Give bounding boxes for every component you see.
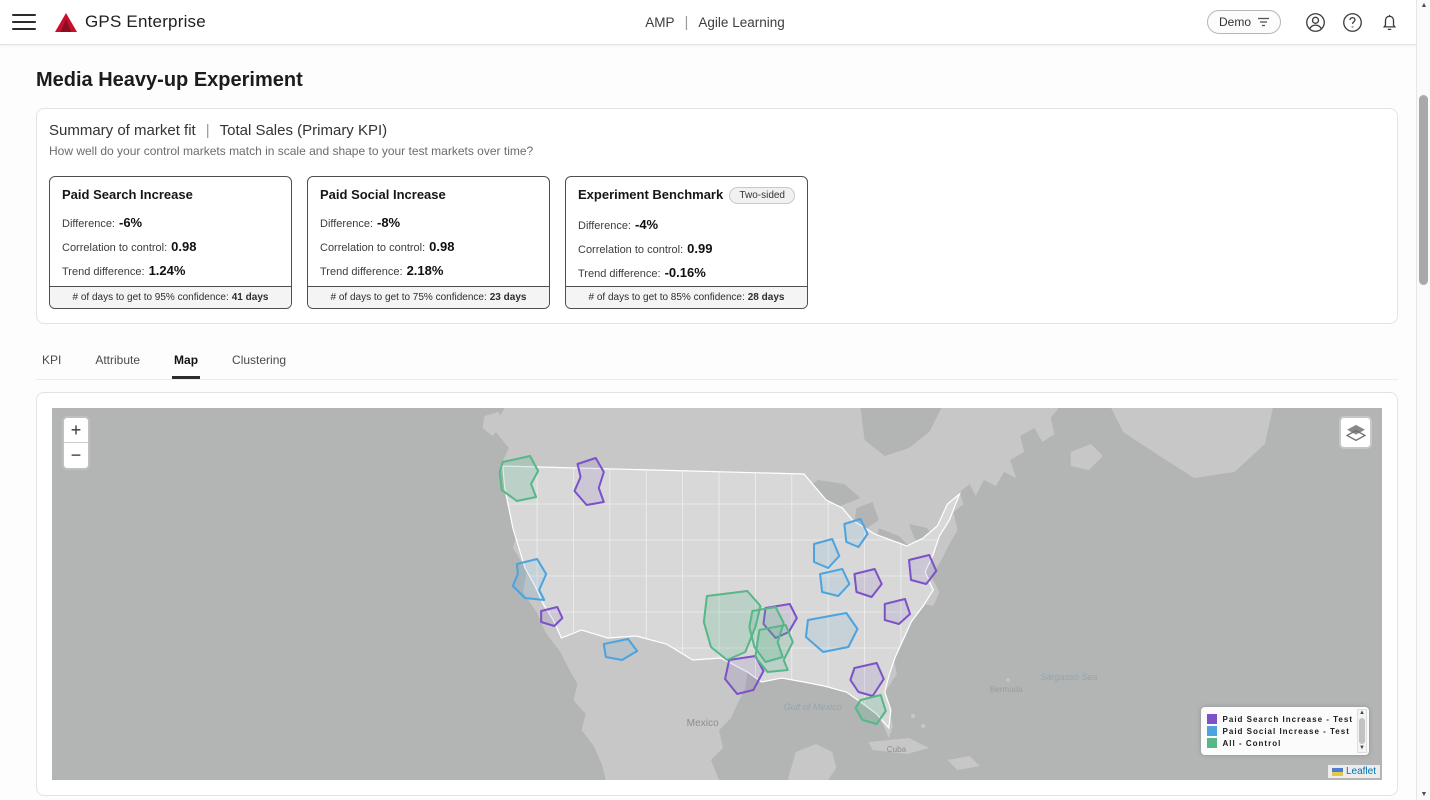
trend-difference-row: Trend difference:-0.16% bbox=[578, 265, 795, 280]
bahamas-islet bbox=[921, 724, 925, 728]
leaflet-map[interactable]: Mexico Gulf of Mexico Cuba Bermuda Sarga… bbox=[52, 408, 1382, 780]
confidence-footer: # of days to get to 75% confidence:23 da… bbox=[308, 286, 549, 308]
metric-card-title: Paid Search Increase bbox=[62, 187, 279, 202]
gulf-of-mexico-label: Gulf of Mexico bbox=[784, 702, 842, 712]
bermuda-islet bbox=[1006, 678, 1010, 682]
summary-kpi-title: Total Sales (Primary KPI) bbox=[220, 122, 388, 139]
correlation-row: Correlation to control:0.98 bbox=[62, 239, 279, 254]
tab-attribute[interactable]: Attribute bbox=[93, 344, 142, 379]
tab-clustering[interactable]: Clustering bbox=[230, 344, 288, 379]
top-app-bar: GPS Enterprise AMP | Agile Learning Demo bbox=[0, 0, 1430, 45]
legend-scroll-thumb[interactable] bbox=[1359, 718, 1365, 744]
basemap-svg: Mexico Gulf of Mexico Cuba Bermuda Sarga… bbox=[52, 408, 1382, 780]
difference-row: Difference:-8% bbox=[320, 215, 537, 230]
sargasso-sea-label: Sargasso Sea bbox=[1040, 672, 1097, 682]
account-button[interactable] bbox=[1304, 11, 1326, 33]
newfoundland-island bbox=[1071, 444, 1103, 470]
correlation-row: Correlation to control:0.99 bbox=[578, 241, 795, 256]
cuba-label: Cuba bbox=[887, 745, 907, 754]
leaflet-flag-icon bbox=[1332, 768, 1343, 776]
legend-row: Paid Search Increase - Test bbox=[1207, 714, 1353, 724]
nav-amp-link[interactable]: AMP bbox=[645, 15, 674, 30]
paid-social-increase-card: Paid Social Increase Difference:-8% Corr… bbox=[307, 176, 550, 309]
legend-swatch-paid-social bbox=[1207, 726, 1217, 736]
tab-kpi[interactable]: KPI bbox=[40, 344, 63, 379]
bell-icon bbox=[1379, 12, 1400, 33]
metric-card-title: Paid Social Increase bbox=[320, 187, 537, 202]
metric-cards-row: Paid Search Increase Difference:-6% Corr… bbox=[49, 176, 1385, 309]
legend-row: All - Control bbox=[1207, 738, 1353, 748]
difference-row: Difference:-4% bbox=[578, 217, 795, 232]
legend-swatch-control bbox=[1207, 738, 1217, 748]
filter-icon bbox=[1258, 17, 1269, 27]
view-tabs: KPI Attribute Map Clustering bbox=[36, 344, 1398, 380]
brand-logo-icon bbox=[54, 12, 78, 33]
help-icon bbox=[1342, 12, 1363, 33]
map-zoom-control: + − bbox=[62, 416, 90, 470]
map-layers-button[interactable] bbox=[1339, 416, 1372, 449]
brand: GPS Enterprise bbox=[54, 12, 206, 33]
legend-scroll-down-icon[interactable]: ▼ bbox=[1359, 745, 1365, 752]
scrollbar-down-icon[interactable]: ▼ bbox=[1417, 791, 1430, 798]
trend-difference-row: Trend difference:1.24% bbox=[62, 263, 279, 278]
header-center-nav: AMP | Agile Learning bbox=[645, 14, 785, 31]
legend-row: Paid Social Increase - Test bbox=[1207, 726, 1353, 736]
zoom-out-button[interactable]: − bbox=[64, 443, 88, 468]
map-legend: Paid Search Increase - Test Paid Social … bbox=[1201, 707, 1369, 755]
difference-row: Difference:-6% bbox=[62, 215, 279, 230]
map-attribution: Leaflet bbox=[1328, 765, 1380, 778]
tab-map[interactable]: Map bbox=[172, 344, 200, 379]
legend-swatch-paid-search bbox=[1207, 714, 1217, 724]
experiment-benchmark-card: Experiment Benchmark Two-sided Differenc… bbox=[565, 176, 808, 309]
summary-title-divider: | bbox=[206, 122, 210, 139]
account-icon bbox=[1305, 12, 1326, 33]
summary-title: Summary of market fit bbox=[49, 122, 196, 139]
vertical-scrollbar[interactable]: ▲ ▼ bbox=[1416, 0, 1430, 800]
scrollbar-up-icon[interactable]: ▲ bbox=[1417, 2, 1430, 9]
bermuda-label: Bermuda bbox=[990, 685, 1023, 694]
nav-agile-learning-link[interactable]: Agile Learning bbox=[698, 15, 784, 30]
demo-filter-button[interactable]: Demo bbox=[1207, 10, 1281, 34]
hispaniola-island bbox=[947, 756, 979, 770]
confidence-footer: # of days to get to 95% confidence:41 da… bbox=[50, 286, 291, 308]
legend-label: Paid Social Increase - Test bbox=[1223, 727, 1350, 736]
map-card: Mexico Gulf of Mexico Cuba Bermuda Sarga… bbox=[36, 392, 1398, 796]
two-sided-badge: Two-sided bbox=[729, 187, 795, 204]
summary-question: How well do your control markets match i… bbox=[49, 144, 1385, 158]
nav-divider: | bbox=[685, 14, 689, 31]
legend-label: All - Control bbox=[1223, 739, 1282, 748]
summary-of-market-fit-card: Summary of market fit | Total Sales (Pri… bbox=[36, 108, 1398, 324]
hamburger-menu-icon[interactable] bbox=[12, 14, 36, 31]
legend-scrollbar[interactable]: ▲ ▼ bbox=[1357, 709, 1367, 753]
scrollbar-thumb[interactable] bbox=[1419, 95, 1428, 285]
notifications-button[interactable] bbox=[1378, 11, 1400, 33]
metric-card-title: Experiment Benchmark bbox=[578, 187, 723, 202]
bahamas-islet bbox=[911, 714, 915, 718]
zoom-in-button[interactable]: + bbox=[64, 418, 88, 443]
help-button[interactable] bbox=[1341, 11, 1363, 33]
trend-difference-row: Trend difference:2.18% bbox=[320, 263, 537, 278]
layers-icon bbox=[1346, 424, 1366, 442]
yucatan-peninsula bbox=[788, 744, 837, 780]
map-market-polygon[interactable] bbox=[513, 559, 546, 600]
confidence-footer: # of days to get to 85% confidence:28 da… bbox=[566, 286, 807, 308]
correlation-row: Correlation to control:0.98 bbox=[320, 239, 537, 254]
header-actions: Demo bbox=[1207, 10, 1400, 34]
brand-name: GPS Enterprise bbox=[85, 12, 206, 32]
paid-search-increase-card: Paid Search Increase Difference:-6% Corr… bbox=[49, 176, 292, 309]
labrador-greenland-landmass bbox=[1111, 408, 1273, 478]
demo-filter-label: Demo bbox=[1219, 15, 1251, 29]
leaflet-attribution-link[interactable]: Leaflet bbox=[1346, 766, 1376, 777]
page-title: Media Heavy-up Experiment bbox=[36, 69, 1398, 92]
mexico-label: Mexico bbox=[687, 718, 719, 729]
legend-scroll-up-icon[interactable]: ▲ bbox=[1359, 710, 1365, 717]
legend-label: Paid Search Increase - Test bbox=[1223, 715, 1353, 724]
